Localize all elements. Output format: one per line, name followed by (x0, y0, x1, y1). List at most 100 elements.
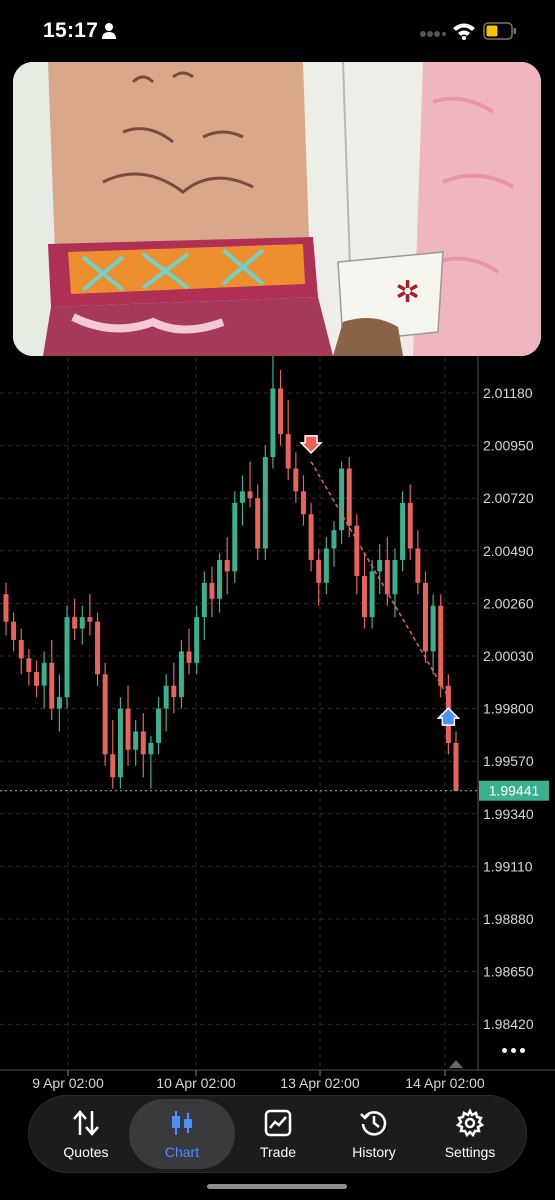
candle-body[interactable] (232, 502, 238, 572)
history-clock-icon (359, 1108, 389, 1138)
tab-chart[interactable]: Chart (129, 1099, 235, 1169)
candle-body[interactable] (262, 457, 268, 549)
time-axis-label: 14 Apr 02:00 (405, 1075, 485, 1091)
candle-body[interactable] (64, 617, 70, 698)
candle-body[interactable] (278, 388, 284, 435)
candle-body[interactable] (239, 491, 245, 503)
candle-body[interactable] (300, 491, 306, 515)
candle-body[interactable] (369, 571, 375, 618)
candle-body[interactable] (41, 662, 47, 686)
candle-body[interactable] (18, 639, 24, 659)
tab-chart-label: Chart (164, 1144, 200, 1160)
wifi-icon (453, 23, 475, 40)
more-dot-icon (502, 1048, 507, 1053)
candle-body[interactable] (422, 582, 428, 652)
candle-body[interactable] (178, 651, 184, 698)
buy-arrow-icon[interactable] (436, 707, 461, 726)
scroll-end-icon[interactable] (449, 1060, 463, 1068)
candle-body[interactable] (331, 530, 337, 549)
trade-chart-icon (263, 1108, 293, 1138)
candle-body[interactable] (133, 731, 139, 750)
candle-body[interactable] (361, 575, 367, 618)
candle-body[interactable] (354, 525, 360, 576)
status-time: 15:17 (43, 19, 99, 42)
candle-body[interactable] (453, 742, 459, 791)
candle-body[interactable] (224, 559, 230, 572)
candle-body[interactable] (392, 559, 398, 595)
bottom-tab-bar: Quotes Chart Trade History Settings (28, 1095, 527, 1173)
price-axis-label: 1.98880 (483, 911, 534, 927)
candle-body[interactable] (95, 621, 101, 675)
candle-body[interactable] (400, 502, 406, 560)
candle-body[interactable] (110, 754, 116, 778)
price-axis-label: 1.99110 (483, 858, 533, 874)
candle-body[interactable] (323, 548, 329, 583)
candle-body[interactable] (308, 514, 314, 560)
price-axis-label: 1.99800 (483, 701, 534, 717)
candle-body[interactable] (3, 594, 9, 622)
time-axis-label: 13 Apr 02:00 (280, 1075, 360, 1091)
price-axis-label: 2.00720 (483, 490, 534, 506)
tab-settings[interactable]: Settings (427, 1096, 513, 1172)
status-bar: 15:17 (0, 0, 555, 62)
tab-trade-label: Trade (259, 1144, 297, 1160)
candle-body[interactable] (72, 617, 78, 629)
candle-body[interactable] (34, 672, 40, 686)
candle-body[interactable] (49, 662, 55, 709)
tab-trade[interactable]: Trade (235, 1096, 321, 1172)
candle-body[interactable] (102, 674, 108, 755)
candle-body[interactable] (293, 468, 299, 492)
candle-body[interactable] (117, 708, 123, 778)
candle-body[interactable] (270, 388, 276, 458)
battery-icon (483, 22, 516, 40)
picture-in-picture-video[interactable]: ✲ (13, 62, 541, 356)
tab-settings-label: Settings (444, 1144, 496, 1160)
candle-body[interactable] (125, 708, 131, 750)
candle-body[interactable] (377, 559, 383, 572)
price-axis-label: 1.99340 (483, 806, 534, 822)
time-axis-label: 10 Apr 02:00 (156, 1075, 236, 1091)
tab-quotes[interactable]: Quotes (43, 1096, 129, 1172)
candle-body[interactable] (316, 559, 322, 583)
candle-body[interactable] (148, 742, 154, 755)
candle-body[interactable] (87, 617, 93, 622)
tab-history[interactable]: History (331, 1096, 417, 1172)
sell-arrow-icon[interactable] (299, 435, 323, 454)
price-axis-label: 2.00030 (483, 648, 534, 664)
candle-body[interactable] (56, 697, 62, 709)
candle-body[interactable] (194, 617, 200, 663)
candle-body[interactable] (140, 731, 146, 755)
candle-body[interactable] (430, 605, 436, 652)
candle-body[interactable] (156, 708, 162, 743)
cellular-signal-icon (420, 31, 446, 37)
more-dot-icon (520, 1048, 525, 1053)
price-axis-label: 1.98420 (483, 1016, 534, 1032)
candle-body[interactable] (415, 548, 421, 583)
more-dot-icon (511, 1048, 516, 1053)
price-axis-label: 2.00260 (483, 595, 534, 611)
candle-body[interactable] (217, 559, 223, 599)
candle-body[interactable] (11, 621, 17, 640)
candle-body[interactable] (26, 658, 32, 673)
current-price-label: 1.99441 (489, 783, 540, 799)
more-options-button[interactable] (500, 1040, 530, 1060)
candle-body[interactable] (247, 491, 253, 499)
candle-body[interactable] (79, 617, 85, 629)
candle-body[interactable] (171, 685, 177, 698)
candle-body[interactable] (339, 468, 345, 531)
svg-text:✲: ✲ (395, 275, 420, 310)
home-indicator (207, 1184, 347, 1189)
quotes-arrows-icon (71, 1108, 101, 1138)
candle-body[interactable] (438, 605, 444, 686)
candle-body[interactable] (407, 502, 413, 549)
candle-body[interactable] (346, 468, 352, 526)
trade-trendline (310, 461, 450, 698)
person-icon (102, 23, 116, 39)
candle-body[interactable] (285, 434, 291, 469)
candle-body[interactable] (209, 582, 215, 599)
candle-body[interactable] (201, 582, 207, 618)
candle-body[interactable] (255, 498, 261, 549)
price-axis-label: 2.00490 (483, 543, 534, 559)
candle-body[interactable] (186, 651, 192, 663)
candle-body[interactable] (163, 685, 169, 709)
